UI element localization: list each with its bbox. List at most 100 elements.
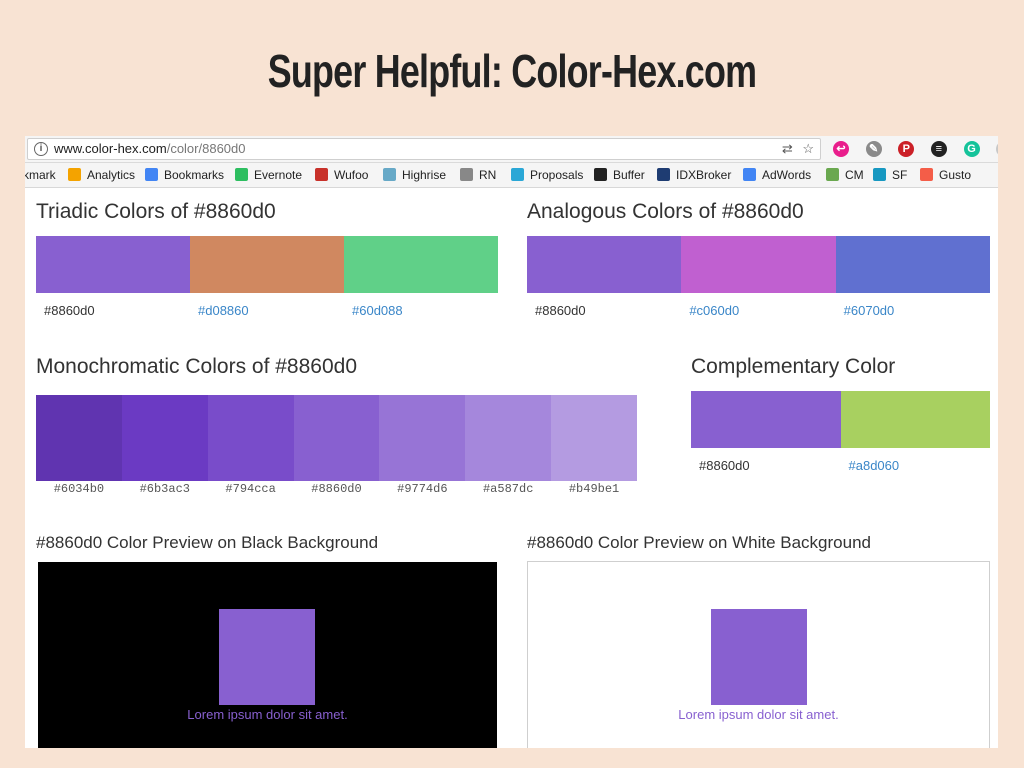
bookmark-item-proposals[interactable]: Proposals — [511, 167, 583, 184]
triadic-swatch[interactable] — [190, 236, 344, 293]
triadic-title: Triadic Colors of #8860d0 — [36, 200, 276, 223]
google-icon — [145, 168, 158, 181]
bookmark-item-wufoo[interactable]: Wufoo — [315, 167, 368, 184]
monochromatic-title: Monochromatic Colors of #8860d0 — [36, 355, 358, 378]
bookmark-item-cm[interactable]: CM — [826, 167, 864, 184]
preview-black-title: #8860d0 Color Preview on Black Backgroun… — [36, 533, 379, 552]
monochromatic-swatch[interactable] — [465, 395, 552, 481]
bookmark-item-kmark[interactable]: kmark — [25, 167, 56, 184]
preview-white-lorem: Lorem ipsum dolor sit amet. — [678, 707, 839, 722]
monochromatic-swatch[interactable] — [293, 395, 380, 481]
monochromatic-swatch[interactable] — [551, 395, 637, 481]
bookmark-label: Proposals — [530, 168, 584, 182]
bookmark-item-highrise[interactable]: Highrise — [383, 167, 446, 184]
evernote-icon — [235, 168, 248, 181]
complementary-swatch[interactable] — [691, 391, 841, 448]
bookmark-label: Gusto — [939, 168, 972, 182]
bookmark-label: SF — [892, 168, 908, 182]
analogous-swatch[interactable] — [527, 236, 682, 293]
eyedropper-icon[interactable]: ✎ — [865, 141, 882, 157]
bookmark-item-evernote[interactable]: Evernote — [235, 167, 302, 184]
extension-icons: ↩ ✎ P ≡ G ⏻ — [833, 140, 998, 157]
bookmark-item-gusto[interactable]: Gusto — [920, 167, 971, 184]
star-icon[interactable]: ☆ — [802, 141, 814, 156]
complementary-hex-label: #8860d0 — [699, 458, 750, 473]
bookmark-item-adwords[interactable]: AdWords — [743, 167, 811, 184]
triadic-hex-label[interactable]: #d08860 — [198, 303, 249, 318]
address-bar: i www.color-hex.com/color/8860d0 ⇄ ☆ ↩ ✎… — [25, 136, 998, 163]
complementary-hex-label[interactable]: #a8d060 — [849, 458, 900, 473]
wufoo-icon — [315, 168, 328, 181]
bookmark-label: CM — [845, 168, 864, 182]
bookmark-label: Bookmarks — [164, 168, 225, 182]
triadic-hex-label: #8860d0 — [44, 303, 95, 318]
bookmark-label: Evernote — [254, 168, 303, 182]
bookmark-item-buffer[interactable]: Buffer — [594, 167, 645, 184]
preview-black-lorem: Lorem ipsum dolor sit amet. — [187, 707, 348, 722]
monochromatic-hex-label[interactable]: #6034b0 — [36, 482, 122, 496]
bookmark-item-analytics[interactable]: Analytics — [68, 167, 135, 184]
monochromatic-hex-label[interactable]: #b49be1 — [551, 482, 637, 496]
monochromatic-swatch[interactable] — [121, 395, 208, 481]
extension-arrow-icon[interactable]: ↩ — [833, 141, 849, 157]
bookmark-item-bookmarks[interactable]: Bookmarks — [145, 167, 224, 184]
bookmark-label: Wufoo — [334, 168, 369, 182]
preview-white-box: Lorem ipsum dolor sit amet. — [527, 561, 990, 748]
bookmark-label: Highrise — [402, 168, 447, 182]
monochromatic-swatch[interactable] — [379, 395, 466, 481]
triadic-swatches — [36, 236, 498, 293]
triadic-swatch[interactable] — [36, 236, 190, 293]
adwords-icon — [743, 168, 756, 181]
highrise-icon — [383, 168, 396, 181]
buffer-ext-icon[interactable]: ≡ — [930, 141, 947, 157]
analogous-hex-label: #8860d0 — [535, 303, 586, 318]
cm-icon — [826, 168, 839, 181]
preview-white-swatch — [711, 609, 807, 705]
pinterest-icon[interactable]: P — [898, 141, 915, 157]
proposals-icon — [511, 168, 524, 181]
url-input[interactable]: i www.color-hex.com/color/8860d0 ⇄ ☆ — [27, 138, 821, 160]
monochromatic-hex-label[interactable]: #8860d0 — [294, 482, 380, 496]
bookmark-label: AdWords — [762, 168, 812, 182]
monochromatic-swatch[interactable] — [207, 395, 294, 481]
monochromatic-hex-label[interactable]: #a587dc — [465, 482, 551, 496]
analogous-swatches — [527, 236, 990, 293]
monochromatic-swatches — [36, 395, 637, 481]
triadic-swatch[interactable] — [344, 236, 498, 293]
translate-icon[interactable]: ⇄ — [782, 141, 793, 156]
browser-screenshot: i www.color-hex.com/color/8860d0 ⇄ ☆ ↩ ✎… — [25, 136, 998, 748]
salesforce-icon — [873, 168, 886, 181]
analogous-hex-label[interactable]: #6070d0 — [844, 303, 895, 318]
bookmark-label: RN — [479, 168, 497, 182]
analytics-icon — [68, 168, 81, 181]
bookmark-label: kmark — [25, 168, 56, 182]
bookmark-item-idxbroker[interactable]: IDXBroker — [657, 167, 731, 184]
info-icon[interactable]: i — [34, 142, 48, 156]
idxbroker-icon — [657, 168, 670, 181]
analogous-title: Analogous Colors of #8860d0 — [527, 200, 804, 223]
grammarly-icon[interactable]: G — [963, 141, 980, 157]
triadic-hex-label[interactable]: #60d088 — [352, 303, 403, 318]
power-icon[interactable]: ⏻ — [996, 141, 998, 157]
bookmark-label: Analytics — [87, 168, 136, 182]
bookmark-item-sf[interactable]: SF — [873, 167, 907, 184]
preview-black-swatch — [219, 609, 315, 705]
buffer-icon — [594, 168, 607, 181]
bookmark-label: Buffer — [613, 168, 645, 182]
monochromatic-hex-label[interactable]: #9774d6 — [379, 482, 465, 496]
complementary-title: Complementary Color — [691, 355, 896, 378]
preview-black-box: Lorem ipsum dolor sit amet. — [38, 562, 497, 748]
bookmark-item-rn[interactable]: RN — [460, 167, 496, 184]
analogous-hex-label[interactable]: #c060d0 — [689, 303, 739, 318]
bookmarks-bar: kmark Analytics Bookmarks Evernote Wufoo High… — [25, 163, 998, 188]
complementary-swatch[interactable] — [840, 391, 990, 448]
analogous-swatch[interactable] — [681, 236, 836, 293]
analogous-swatch[interactable] — [835, 236, 990, 293]
complementary-swatches — [691, 391, 990, 448]
bookmark-label: IDXBroker — [676, 168, 732, 182]
monochromatic-hex-label[interactable]: #6b3ac3 — [122, 482, 208, 496]
slide-title: Super Helpful: Color-Hex.com — [267, 45, 757, 97]
monochromatic-swatch[interactable] — [36, 395, 122, 481]
preview-white-title: #8860d0 Color Preview on White Backgroun… — [527, 533, 871, 552]
monochromatic-hex-label[interactable]: #794cca — [208, 482, 294, 496]
